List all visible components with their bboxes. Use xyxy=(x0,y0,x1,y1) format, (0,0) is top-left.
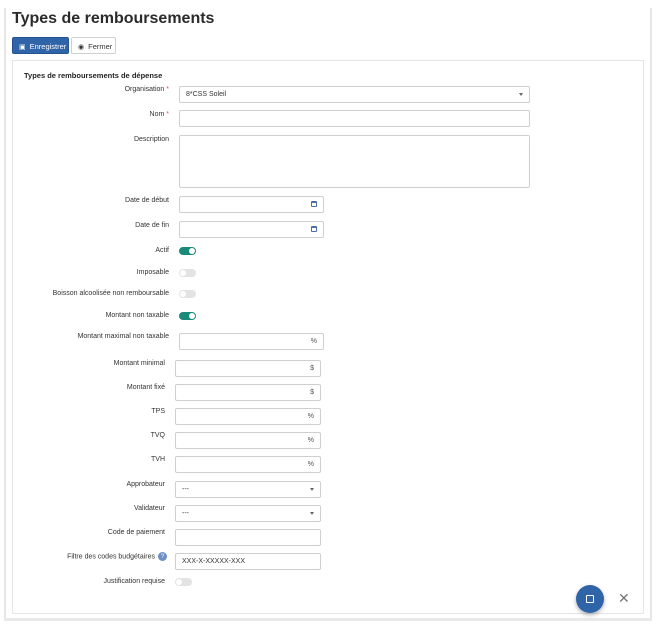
approbateur-value: --- xyxy=(182,486,189,493)
chevron-down-icon xyxy=(310,512,314,515)
close-icon[interactable]: ✕ xyxy=(618,590,630,606)
nom-input[interactable] xyxy=(179,110,530,127)
page-edge-bottom xyxy=(4,618,652,621)
toggle-knob xyxy=(180,270,186,276)
save-icon: ▣ xyxy=(19,44,26,51)
save-button[interactable]: ▣ Enregistrer xyxy=(12,37,69,54)
tvq-label: TVQ xyxy=(150,432,165,439)
calendar-icon[interactable] xyxy=(311,201,317,207)
montant-minimal-input[interactable]: $ xyxy=(175,360,321,377)
validateur-label: Validateur xyxy=(133,505,165,512)
description-label: Description xyxy=(133,136,169,143)
save-button-label: Enregistrer xyxy=(29,42,67,51)
required-mark: * xyxy=(166,111,169,118)
description-textarea[interactable] xyxy=(179,135,530,188)
percent-suffix: % xyxy=(307,461,314,468)
filtre-codes-input[interactable]: XXX-X-XXXXX-XXX xyxy=(175,553,321,570)
code-paiement-label: Code de paiement xyxy=(107,529,165,536)
actif-label: Actif xyxy=(155,247,169,254)
approbateur-select[interactable]: --- xyxy=(175,481,321,498)
tps-label: TPS xyxy=(151,408,165,415)
justification-label: Justification requise xyxy=(103,578,165,585)
date-fin-label: Date de fin xyxy=(135,222,169,229)
save-icon xyxy=(586,595,594,603)
close-button-label: Fermer xyxy=(88,42,113,51)
code-paiement-input[interactable] xyxy=(175,529,321,546)
close-circle-icon: ◉ xyxy=(78,44,85,51)
date-debut-input[interactable] xyxy=(179,196,324,213)
montant-minimal-label: Montant minimal xyxy=(113,360,165,367)
dollar-suffix: $ xyxy=(310,389,314,396)
validateur-value: --- xyxy=(182,510,189,517)
tvh-input[interactable]: % xyxy=(175,456,321,473)
tvh-label: TVH xyxy=(151,456,165,463)
montant-non-taxable-toggle[interactable] xyxy=(179,312,196,320)
date-debut-label: Date de début xyxy=(125,197,169,204)
close-button[interactable]: ◉ Fermer xyxy=(71,37,116,54)
chevron-down-icon xyxy=(519,93,523,96)
page-edge-right xyxy=(650,8,652,620)
help-icon[interactable]: ? xyxy=(158,552,167,561)
floating-save-button[interactable] xyxy=(576,585,604,613)
required-mark: * xyxy=(166,86,169,93)
filtre-codes-label-text: Filtre des codes budgétaires xyxy=(67,553,155,561)
filtre-codes-label: Filtre des codes budgétaires? xyxy=(67,552,167,561)
montant-fixe-input[interactable]: $ xyxy=(175,384,321,401)
date-fin-input[interactable] xyxy=(179,221,324,238)
nom-label: Nom * xyxy=(150,111,169,118)
toggle-knob xyxy=(176,579,182,585)
section-title: Types de remboursements de dépense xyxy=(24,71,163,80)
tps-input[interactable]: % xyxy=(175,408,321,425)
percent-suffix: % xyxy=(307,413,314,420)
imposable-toggle[interactable] xyxy=(179,269,196,277)
imposable-label: Imposable xyxy=(136,269,169,276)
chevron-down-icon xyxy=(310,488,314,491)
page-title: Types de remboursements xyxy=(12,10,215,27)
organisation-label: Organisation * xyxy=(125,86,169,93)
montant-fixe-label: Montant fixé xyxy=(126,384,165,391)
toggle-knob xyxy=(189,313,195,319)
calendar-icon[interactable] xyxy=(311,226,317,232)
montant-non-taxable-label: Montant non taxable xyxy=(105,312,169,319)
boisson-toggle[interactable] xyxy=(179,290,196,298)
organisation-select[interactable]: 8*CSS Soleil xyxy=(179,86,530,103)
organisation-label-text: Organisation xyxy=(124,86,165,93)
actif-toggle[interactable] xyxy=(179,247,196,255)
page-edge-left xyxy=(4,8,6,620)
toggle-knob xyxy=(180,291,186,297)
approbateur-label: Approbateur xyxy=(126,481,165,488)
nom-label-text: Nom xyxy=(149,111,165,118)
percent-suffix: % xyxy=(307,437,314,444)
percent-suffix: % xyxy=(310,338,317,345)
page: Types de remboursements ▣ Enregistrer ◉ Fe… xyxy=(0,0,658,627)
montant-max-label: Montant maximal non taxable xyxy=(77,333,169,340)
validateur-select[interactable]: --- xyxy=(175,505,321,522)
boisson-label: Boisson alcoolisée non remboursable xyxy=(52,290,169,297)
toggle-knob xyxy=(189,248,195,254)
dollar-suffix: $ xyxy=(310,365,314,372)
montant-max-input[interactable]: % xyxy=(179,333,324,350)
tvq-input[interactable]: % xyxy=(175,432,321,449)
justification-toggle[interactable] xyxy=(175,578,192,586)
organisation-value: 8*CSS Soleil xyxy=(186,91,227,98)
